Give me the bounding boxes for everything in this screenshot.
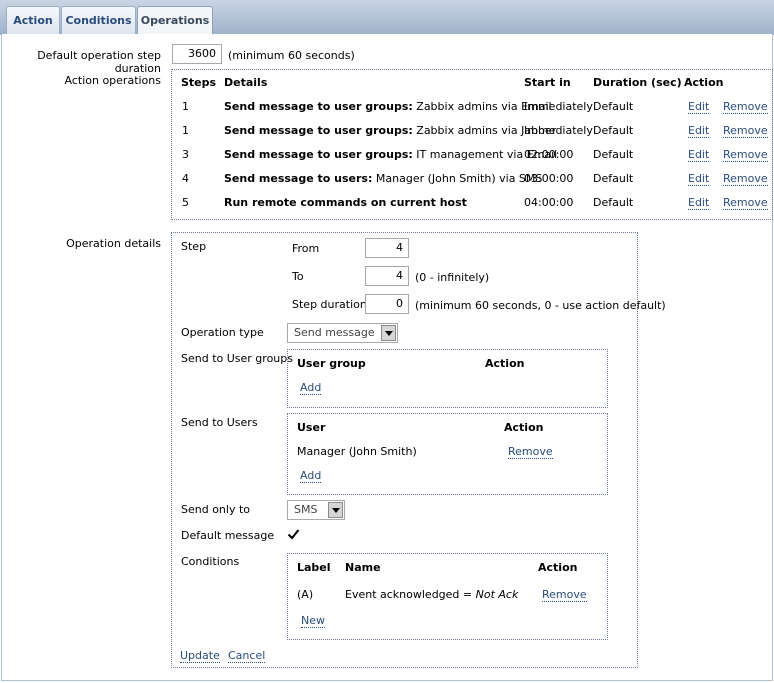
col-action-header: Action	[684, 76, 724, 89]
cond-row-name: Event acknowledged = Not Ack	[345, 588, 519, 601]
row-start-in: 02:00:00	[524, 148, 574, 161]
operation-type-value: Send message	[294, 326, 375, 339]
row-details: Send message to user groups: IT manageme…	[224, 148, 558, 161]
send-only-to-label: Send only to	[181, 503, 251, 516]
default-step-duration-hint: (minimum 60 seconds)	[228, 49, 355, 62]
step-label: Step	[181, 240, 207, 253]
remove-link[interactable]: Remove	[723, 172, 768, 186]
cond-row-label: (A)	[297, 588, 314, 601]
step-to-hint: (0 - infinitely)	[415, 271, 490, 284]
cond-name-header: Name	[345, 561, 381, 574]
cancel-button[interactable]: Cancel	[228, 649, 266, 663]
step-to-label: To	[292, 270, 304, 283]
remove-user-link[interactable]: Remove	[508, 445, 553, 459]
default-step-duration-label: Default operation step duration	[37, 49, 161, 75]
tab-action[interactable]: Action	[6, 6, 60, 34]
edit-link[interactable]: Edit	[688, 148, 710, 162]
row-start-in: Immediately	[524, 100, 593, 113]
row-steps: 1	[182, 100, 189, 113]
tab-conditions[interactable]: Conditions	[61, 6, 136, 34]
tab-operations[interactable]: Operations	[137, 6, 213, 34]
row-steps: 4	[182, 172, 189, 185]
new-condition-link[interactable]: New	[301, 614, 325, 628]
remove-condition-link[interactable]: Remove	[542, 588, 587, 602]
col-steps-header: Steps	[181, 76, 217, 89]
send-only-to-select[interactable]: SMS	[287, 500, 345, 520]
edit-link[interactable]: Edit	[688, 172, 710, 186]
col-start-in-header: Start in	[524, 76, 571, 89]
user-row-name: Manager (John Smith)	[297, 445, 417, 458]
row-details: Run remote commands on current host	[224, 196, 467, 209]
default-message-checkbox[interactable]	[287, 528, 300, 541]
send-to-users-label: Send to Users	[181, 416, 258, 429]
tab-bar: Action Conditions Operations	[0, 0, 774, 35]
user-header: User	[297, 421, 326, 434]
operation-type-select[interactable]: Send message	[287, 323, 398, 343]
row-duration: Default	[593, 148, 634, 161]
row-details: Send message to user groups: Zabbix admi…	[224, 100, 552, 113]
remove-link[interactable]: Remove	[723, 196, 768, 210]
chevron-down-icon	[328, 502, 343, 518]
edit-link[interactable]: Edit	[688, 196, 710, 210]
row-start-in: 04:00:00	[524, 196, 574, 209]
edit-link[interactable]: Edit	[688, 100, 710, 114]
operation-type-label: Operation type	[181, 326, 264, 339]
col-details-header: Details	[224, 76, 268, 89]
send-only-to-value: SMS	[294, 503, 318, 516]
step-duration-hint: (minimum 60 seconds, 0 - use action defa…	[415, 299, 666, 312]
user-group-header: User group	[297, 357, 366, 370]
row-steps: 3	[182, 148, 189, 161]
chevron-down-icon	[381, 325, 396, 341]
remove-link[interactable]: Remove	[723, 124, 768, 138]
cond-label-header: Label	[297, 561, 331, 574]
row-start-in: 03:00:00	[524, 172, 574, 185]
row-start-in: Immediately	[524, 124, 593, 137]
checkmark-icon	[287, 529, 300, 540]
step-from-label: From	[292, 242, 320, 255]
update-button[interactable]: Update	[180, 649, 220, 663]
row-details: Send message to user groups: Zabbix admi…	[224, 124, 557, 137]
col-duration-header: Duration (sec)	[593, 76, 682, 89]
row-details: Send message to users: Manager (John Smi…	[224, 172, 543, 185]
row-duration: Default	[593, 172, 634, 185]
action-operations-label: Action operations	[64, 74, 162, 87]
send-to-user-groups-label: Send to User groups	[181, 352, 293, 365]
default-message-label: Default message	[181, 529, 275, 542]
edit-link[interactable]: Edit	[688, 124, 710, 138]
conditions-label: Conditions	[181, 555, 240, 568]
step-duration-input[interactable]: 0	[365, 294, 409, 314]
remove-link[interactable]: Remove	[723, 148, 768, 162]
default-step-duration-input[interactable]: 3600	[172, 44, 222, 64]
row-duration: Default	[593, 100, 634, 113]
cond-action-header: Action	[538, 561, 578, 574]
operation-details-label: Operation details	[66, 237, 161, 250]
row-duration: Default	[593, 196, 634, 209]
user-action-header: Action	[504, 421, 544, 434]
row-steps: 5	[182, 196, 189, 209]
step-from-input[interactable]: 4	[365, 238, 409, 258]
step-to-input[interactable]: 4	[365, 266, 409, 286]
row-steps: 1	[182, 124, 189, 137]
user-group-action-header: Action	[485, 357, 525, 370]
add-user-link[interactable]: Add	[300, 469, 322, 483]
step-duration-label: Step duration	[292, 298, 367, 311]
add-user-group-link[interactable]: Add	[300, 381, 322, 395]
remove-link[interactable]: Remove	[723, 100, 768, 114]
row-duration: Default	[593, 124, 634, 137]
